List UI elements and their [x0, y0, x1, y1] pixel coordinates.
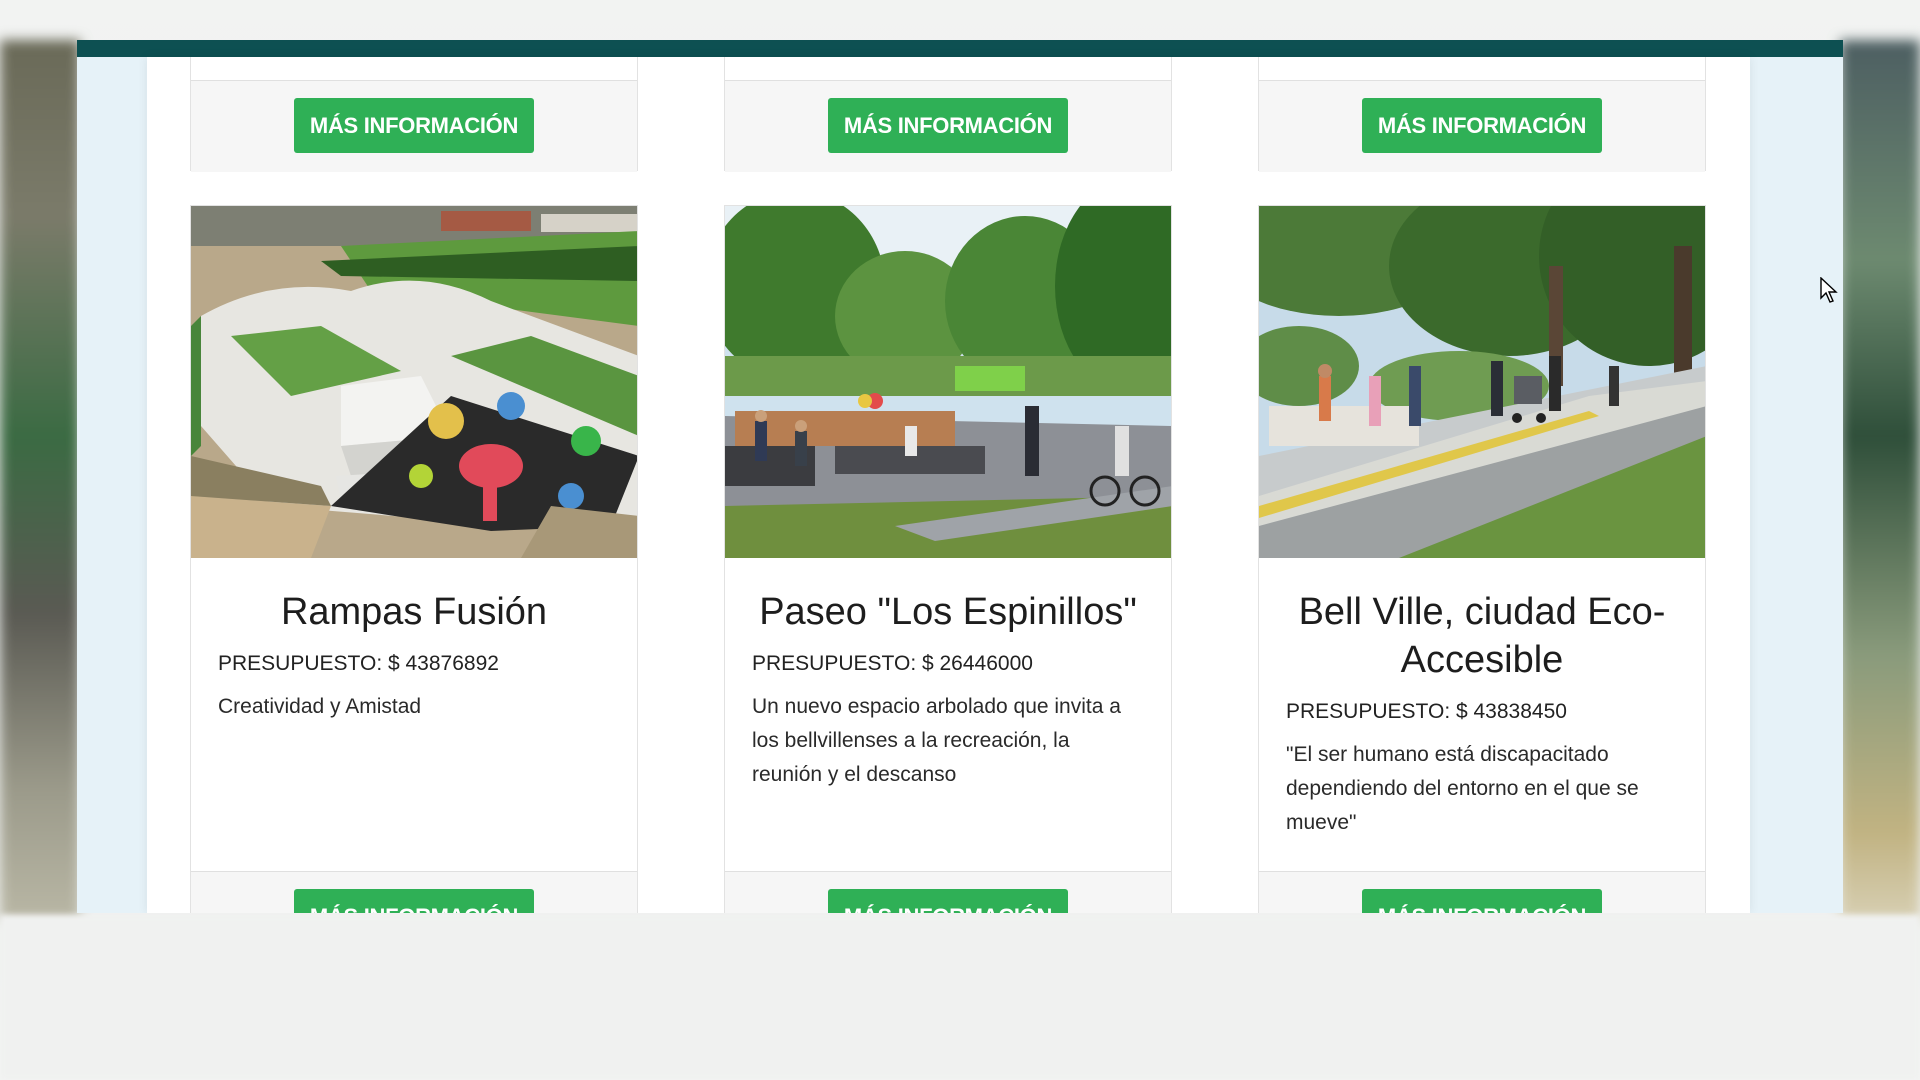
- project-title: Bell Ville, ciudad Eco-Accesible: [1298, 591, 1666, 681]
- accessible-path-photo: [1259, 206, 1705, 558]
- project-card-paseo-los-espinillos: Paseo "Los Espinillos" PRESUPUESTO: $ 26…: [724, 205, 1172, 913]
- card-footer: MÁS INFORMACIÓN: [191, 871, 637, 913]
- project-card-rampas-fusion: Rampas Fusión PRESUPUESTO: $ 43876892 Cr…: [190, 205, 638, 913]
- project-description: "El ser humano está discapacitado depend…: [1286, 743, 1639, 834]
- header-bar: [77, 40, 1843, 57]
- more-info-button[interactable]: MÁS INFORMACIÓN: [294, 98, 534, 153]
- previous-card-3: MÁS INFORMACIÓN: [1258, 57, 1706, 172]
- more-info-button[interactable]: MÁS INFORMACIÓN: [1362, 889, 1602, 913]
- more-info-button[interactable]: MÁS INFORMACIÓN: [828, 889, 1068, 913]
- blurred-background-left: [0, 40, 80, 920]
- more-info-button[interactable]: MÁS INFORMACIÓN: [1362, 98, 1602, 153]
- mouse-cursor-icon: [1820, 277, 1838, 303]
- park-promenade-photo: [725, 206, 1171, 558]
- more-info-button[interactable]: MÁS INFORMACIÓN: [294, 889, 534, 913]
- previous-card-1: MÁS INFORMACIÓN: [190, 57, 638, 172]
- previous-card-2: MÁS INFORMACIÓN: [724, 57, 1172, 172]
- browser-window: MÁS INFORMACIÓN MÁS INFORMACIÓN MÁS INFO…: [77, 40, 1843, 913]
- project-title: Rampas Fusión: [280, 591, 548, 633]
- project-budget: PRESUPUESTO: $ 26446000: [752, 652, 1033, 675]
- park-image[interactable]: [725, 206, 1171, 558]
- accessible-path-image[interactable]: [1259, 206, 1705, 558]
- project-title: Paseo "Los Espinillos": [759, 591, 1137, 633]
- blurred-background-bottom: [0, 915, 1920, 1080]
- skatepark-photo: [191, 206, 637, 558]
- skatepark-image[interactable]: [191, 206, 637, 558]
- card-body: Paseo "Los Espinillos" PRESUPUESTO: $ 26…: [725, 558, 1171, 792]
- blurred-background-right: [1840, 40, 1920, 920]
- project-description: Un nuevo espacio arbolado que invita a l…: [752, 695, 1121, 786]
- project-budget: PRESUPUESTO: $ 43876892: [218, 652, 499, 675]
- card-footer: MÁS INFORMACIÓN: [725, 80, 1171, 172]
- project-description: Creatividad y Amistad: [218, 695, 422, 718]
- card-body: Bell Ville, ciudad Eco-Accesible PRESUPU…: [1259, 558, 1705, 840]
- project-card-bell-ville-eco-accesible: Bell Ville, ciudad Eco-Accesible PRESUPU…: [1258, 205, 1706, 913]
- card-footer: MÁS INFORMACIÓN: [1259, 871, 1705, 913]
- project-grid: MÁS INFORMACIÓN MÁS INFORMACIÓN MÁS INFO…: [147, 57, 1750, 913]
- project-budget: PRESUPUESTO: $ 43838450: [1286, 700, 1567, 723]
- card-footer: MÁS INFORMACIÓN: [1259, 80, 1705, 172]
- card-body: Rampas Fusión PRESUPUESTO: $ 43876892 Cr…: [191, 558, 637, 724]
- more-info-button[interactable]: MÁS INFORMACIÓN: [828, 98, 1068, 153]
- card-footer: MÁS INFORMACIÓN: [725, 871, 1171, 913]
- card-footer: MÁS INFORMACIÓN: [191, 80, 637, 172]
